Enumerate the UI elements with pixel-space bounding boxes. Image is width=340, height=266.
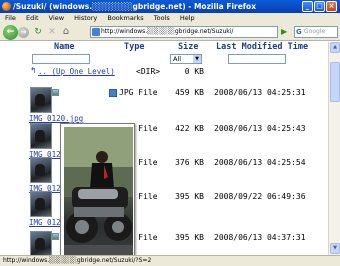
table-row: ↰ .. (Up One Level) <DIR> 0 KB (0, 66, 328, 86)
size-filter-value: All (173, 55, 182, 63)
page-content: Name Type Size Last Modified Time All ▼ … (0, 42, 328, 255)
size-filter-select[interactable]: All ▼ (170, 54, 202, 64)
stop-icon[interactable]: ✕ (46, 26, 58, 38)
type-cell: <DIR> (136, 67, 161, 76)
menu-help[interactable]: Help (180, 14, 195, 22)
size-cell: 459 KB (175, 88, 204, 97)
firefox-logo-icon (2, 2, 11, 11)
go-icon[interactable]: ▶ (281, 26, 293, 38)
home-icon[interactable]: ⌂ (60, 26, 72, 38)
vertical-scrollbar[interactable]: ▲ ▼ (328, 42, 340, 255)
header-size[interactable]: Size (178, 42, 198, 52)
table-row: IMG_0121.jpg JPG File 422 KB 2008/06/13 … (0, 122, 328, 159)
forward-button[interactable]: → (18, 27, 29, 38)
header-name[interactable]: Name (54, 42, 74, 52)
thumbnail-image[interactable] (30, 231, 52, 255)
search-placeholder: Google (304, 28, 326, 35)
modified-filter-input[interactable] (228, 54, 286, 64)
preview-photo (64, 127, 133, 255)
modified-cell: 2008/06/13 04:25:31 (214, 88, 306, 97)
name-filter-input[interactable] (32, 54, 90, 64)
header-modified[interactable]: Last Modified Time (216, 42, 308, 52)
back-button[interactable]: ← (3, 25, 18, 40)
scroll-up-icon[interactable]: ▲ (330, 42, 340, 53)
window-title-bar: /Suzuki/ (windows.░░░░░░░gbridge.net) - … (0, 0, 340, 13)
table-row: IMG_0120.jpg JPG File 459 KB 2008/06/13 … (0, 86, 328, 123)
table-row: JPG File 395 KB 2008/06/13 04:37:31 (0, 228, 328, 255)
modified-cell: 2008/06/13 04:25:54 (214, 158, 306, 167)
status-text: http://windows.░░░░░░gbridge.net/Suzuki/… (3, 257, 152, 264)
image-preview-popup (60, 123, 135, 255)
window-title: /Suzuki/ (windows.░░░░░░░gbridge.net) - … (13, 2, 257, 11)
modified-cell: 2008/06/13 04:37:31 (214, 233, 306, 242)
size-cell: 376 KB (175, 158, 204, 167)
motorcycle-photo-icon (64, 127, 133, 255)
menu-view[interactable]: View (49, 14, 64, 22)
image-file-icon (52, 89, 59, 96)
size-cell: 395 KB (175, 192, 204, 201)
status-bar: http://windows.░░░░░░gbridge.net/Suzuki/… (0, 255, 340, 266)
menu-edit[interactable]: Edit (26, 14, 39, 22)
modified-cell: 2008/09/22 06:49:36 (214, 192, 306, 201)
table-row: IMG_0123.jpg JPG File 395 KB 2008/09/22 … (0, 190, 328, 227)
scrollbar-thumb[interactable] (330, 62, 340, 102)
navigation-toolbar: ← → ↻ ✕ ⌂ http://windows.░░░░░░gbridge.n… (0, 24, 340, 41)
type-cell: JPG File (119, 88, 158, 97)
reload-icon[interactable]: ↻ (32, 26, 44, 38)
thumbnail-image[interactable] (30, 123, 52, 149)
menu-history[interactable]: History (74, 14, 97, 22)
header-type[interactable]: Type (124, 42, 144, 52)
thumbnail-image[interactable] (30, 157, 52, 183)
thumbnail-image[interactable] (30, 87, 52, 113)
up-one-level-link[interactable]: .. (Up One Level) (38, 67, 115, 76)
menu-bookmarks[interactable]: Bookmarks (107, 14, 143, 22)
google-icon: G (296, 28, 302, 36)
up-arrow-icon: ↰ (30, 66, 37, 75)
scroll-down-icon[interactable]: ▼ (330, 243, 340, 254)
modified-cell: 2008/06/13 04:25:43 (214, 124, 306, 133)
search-input[interactable]: G Google (294, 26, 338, 38)
maximize-button[interactable]: □ (314, 1, 325, 12)
thumbnail-image[interactable] (30, 191, 52, 217)
menu-tools[interactable]: Tools (154, 14, 170, 22)
size-cell: 422 KB (175, 124, 204, 133)
image-file-icon (52, 233, 59, 240)
size-cell: 0 KB (184, 67, 204, 76)
url-bar[interactable]: http://windows.░░░░░░gbridge.net/Suzuki/ (90, 26, 278, 38)
menu-bar: File Edit View History Bookmarks Tools H… (0, 13, 340, 24)
url-text: http://windows.░░░░░░gbridge.net/Suzuki/ (101, 28, 234, 35)
table-row: IMG_0122.jpg JPG File 376 KB 2008/06/13 … (0, 156, 328, 193)
close-button[interactable]: × (326, 1, 337, 12)
menu-file[interactable]: File (5, 14, 16, 22)
site-favicon-icon (92, 28, 100, 36)
minimize-button[interactable]: _ (302, 1, 313, 12)
chevron-down-icon: ▼ (193, 55, 201, 63)
size-cell: 395 KB (175, 233, 204, 242)
file-type-icon (109, 89, 117, 97)
